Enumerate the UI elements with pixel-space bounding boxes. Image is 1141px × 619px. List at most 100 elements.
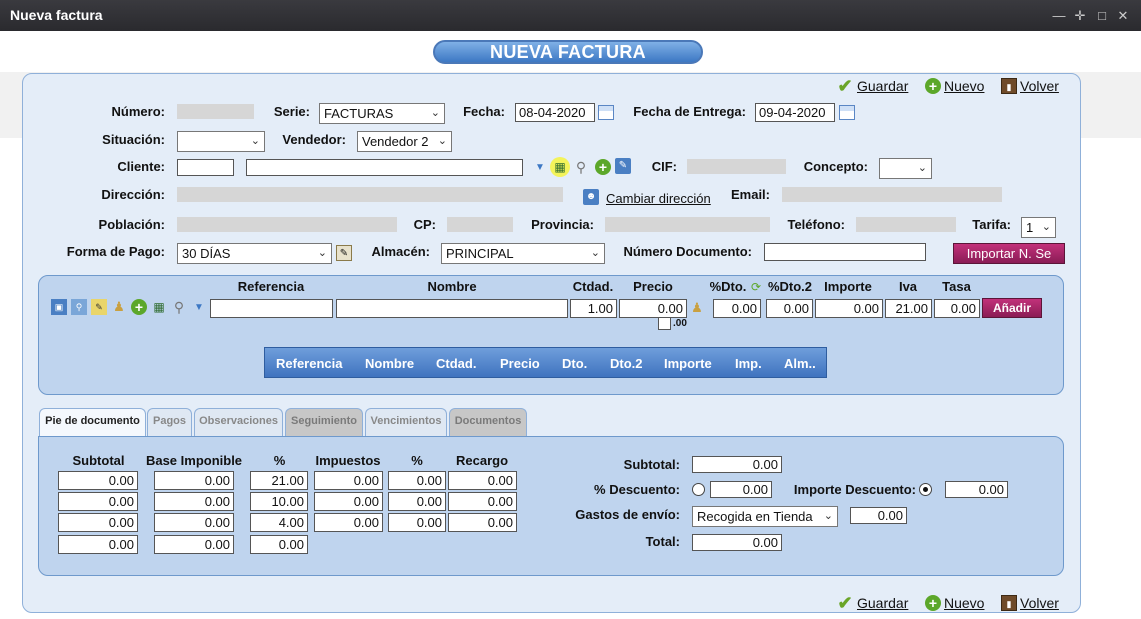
- tax-cell[interactable]: 4.00: [250, 513, 308, 532]
- importe-descuento-input[interactable]: 0.00: [945, 481, 1008, 498]
- magnifier-icon[interactable]: ⚲: [573, 159, 589, 175]
- grid-col-alm[interactable]: Alm..: [784, 356, 816, 371]
- gastos-envio-input[interactable]: 0.00: [850, 507, 907, 524]
- line-iva-input[interactable]: 21.00: [885, 299, 932, 318]
- tax-cell[interactable]: 0.00: [314, 513, 383, 532]
- tax-cell[interactable]: 0.00: [448, 492, 517, 511]
- image-icon[interactable]: ▣: [51, 299, 67, 315]
- magnifier-icon[interactable]: ⚲: [171, 299, 187, 315]
- sign-icon[interactable]: ✎: [91, 299, 107, 315]
- maximize-icon[interactable]: □: [1093, 0, 1111, 31]
- tax-cell[interactable]: 0.00: [448, 471, 517, 490]
- vendedor-select[interactable]: Vendedor 2 ⌄: [357, 131, 452, 152]
- volver-link-bottom[interactable]: Volver: [1020, 595, 1059, 611]
- refresh-icon[interactable]: ⟳: [748, 279, 764, 295]
- tax-cell[interactable]: 0.00: [314, 471, 383, 490]
- tax-total-cell[interactable]: 0.00: [154, 535, 234, 554]
- tax-cell[interactable]: 0.00: [388, 471, 446, 490]
- line-dto2-input[interactable]: 0.00: [766, 299, 813, 318]
- tax-cell[interactable]: 0.00: [154, 492, 234, 511]
- total-value[interactable]: 0.00: [692, 534, 782, 551]
- forma-pago-select[interactable]: 30 DÍAS ⌄: [177, 243, 332, 264]
- edit-payment-icon[interactable]: ✎: [336, 245, 352, 261]
- guardar-link-bottom[interactable]: Guardar: [857, 595, 908, 611]
- edit-icon[interactable]: ✎: [615, 158, 631, 174]
- importe-descuento-radio[interactable]: [919, 483, 932, 496]
- tarifa-select[interactable]: 1 ⌄: [1021, 217, 1056, 238]
- gastos-envio-select[interactable]: Recogida en Tienda ⌄: [692, 506, 838, 527]
- situacion-select[interactable]: ⌄: [177, 131, 265, 152]
- line-importe-input[interactable]: 0.00: [815, 299, 883, 318]
- line-dto-input[interactable]: 0.00: [713, 299, 761, 318]
- tax-total-cell[interactable]: 0.00: [58, 535, 138, 554]
- price-group-icon[interactable]: ♟: [689, 300, 705, 316]
- exit-door-icon[interactable]: ▮: [1001, 78, 1017, 94]
- table-select-icon[interactable]: ▦: [151, 299, 167, 315]
- serie-select[interactable]: FACTURAS ⌄: [319, 103, 445, 124]
- plus-icon[interactable]: +: [925, 78, 941, 94]
- grid-col-imp[interactable]: Imp.: [735, 356, 762, 371]
- check-icon[interactable]: ✔: [835, 594, 855, 612]
- grid-col-ctdad[interactable]: Ctdad.: [436, 356, 476, 371]
- tax-cell[interactable]: 0.00: [58, 492, 138, 511]
- descuento-input[interactable]: 0.00: [710, 481, 772, 498]
- numero-documento-input[interactable]: [764, 243, 926, 261]
- line-ctdad-input[interactable]: 1.00: [570, 299, 617, 318]
- address-book-icon[interactable]: ☻: [583, 189, 599, 205]
- tab-pie-documento[interactable]: Pie de documento: [39, 408, 146, 437]
- decimals-checkbox[interactable]: [658, 317, 671, 330]
- plus-icon[interactable]: +: [595, 159, 611, 175]
- plus-icon[interactable]: +: [925, 595, 941, 611]
- fecha-input[interactable]: 08-04-2020: [515, 103, 595, 122]
- plus-icon[interactable]: +: [131, 299, 147, 315]
- anadir-button[interactable]: Añadir: [982, 298, 1042, 318]
- line-nombre-input[interactable]: [336, 299, 568, 318]
- tab-seguimiento[interactable]: Seguimiento: [285, 408, 363, 436]
- tax-cell[interactable]: 0.00: [58, 471, 138, 490]
- filter-triangle-icon[interactable]: ▼: [191, 300, 207, 316]
- tax-cell[interactable]: 0.00: [154, 471, 234, 490]
- grid-col-precio[interactable]: Precio: [500, 356, 540, 371]
- tax-cell[interactable]: 10.00: [250, 492, 308, 511]
- cliente-code-input[interactable]: [177, 159, 234, 176]
- line-referencia-input[interactable]: [210, 299, 333, 318]
- close-icon[interactable]: ✕: [1114, 0, 1132, 31]
- tax-cell[interactable]: 0.00: [58, 513, 138, 532]
- tax-cell[interactable]: 0.00: [388, 492, 446, 511]
- cliente-name-input[interactable]: [246, 159, 523, 176]
- search-doc-icon[interactable]: ⚲: [71, 299, 87, 315]
- minimize-icon[interactable]: —: [1050, 0, 1068, 31]
- tax-cell[interactable]: 0.00: [314, 492, 383, 511]
- line-tasa-input[interactable]: 0.00: [934, 299, 980, 318]
- tax-cell[interactable]: 0.00: [448, 513, 517, 532]
- tax-cell[interactable]: 0.00: [388, 513, 446, 532]
- grid-col-dto[interactable]: Dto.: [562, 356, 587, 371]
- fecha-entrega-input[interactable]: 09-04-2020: [755, 103, 835, 122]
- subtotal-value[interactable]: 0.00: [692, 456, 782, 473]
- volver-link-top[interactable]: Volver: [1020, 78, 1059, 94]
- grid-col-referencia[interactable]: Referencia: [276, 356, 342, 371]
- line-precio-input[interactable]: 0.00: [619, 299, 687, 318]
- tab-vencimientos[interactable]: Vencimientos: [365, 408, 447, 436]
- importar-button[interactable]: Importar N. Se: [953, 243, 1065, 264]
- tax-cell[interactable]: 0.00: [154, 513, 234, 532]
- check-icon[interactable]: ✔: [835, 77, 855, 95]
- tab-documentos[interactable]: Documentos: [449, 408, 527, 436]
- filter-triangle-icon[interactable]: ▼: [532, 160, 548, 176]
- guardar-link-top[interactable]: Guardar: [857, 78, 908, 94]
- almacen-select[interactable]: PRINCIPAL ⌄: [441, 243, 605, 264]
- table-select-icon[interactable]: ▦: [550, 157, 570, 177]
- grid-col-dto2[interactable]: Dto.2: [610, 356, 643, 371]
- nuevo-link-bottom[interactable]: Nuevo: [944, 595, 984, 611]
- nuevo-link-top[interactable]: Nuevo: [944, 78, 984, 94]
- cambiar-direccion-link[interactable]: Cambiar dirección: [606, 191, 711, 206]
- calendar-icon[interactable]: [839, 105, 855, 120]
- grid-col-nombre[interactable]: Nombre: [365, 356, 414, 371]
- concepto-select[interactable]: ⌄: [879, 158, 932, 179]
- tab-observaciones[interactable]: Observaciones: [194, 408, 283, 436]
- calendar-icon[interactable]: [598, 105, 614, 120]
- tab-pagos[interactable]: Pagos: [147, 408, 192, 436]
- tax-cell[interactable]: 21.00: [250, 471, 308, 490]
- tax-total-cell[interactable]: 0.00: [250, 535, 308, 554]
- exit-door-icon[interactable]: ▮: [1001, 595, 1017, 611]
